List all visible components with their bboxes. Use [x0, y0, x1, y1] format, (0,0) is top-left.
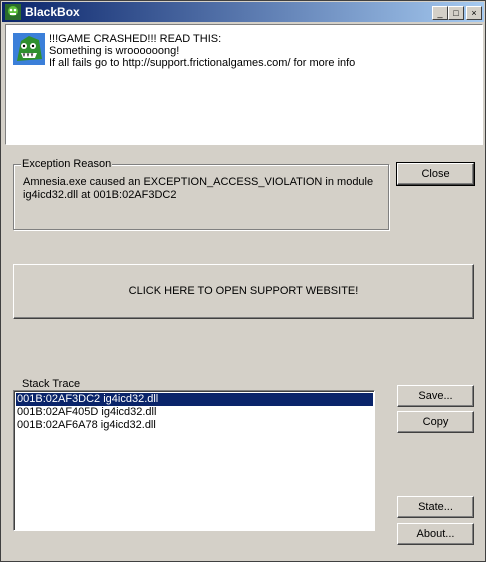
maximize-icon: □: [453, 8, 459, 18]
blackbox-window: BlackBox _ □ × !!!GAME CRASHED!!! READ T…: [0, 0, 486, 562]
copy-button-label: Copy: [422, 416, 449, 428]
close-button-label: Close: [421, 168, 450, 180]
exception-reason-text: Amnesia.exe caused an EXCEPTION_ACCESS_V…: [23, 176, 373, 202]
window-title: BlackBox: [25, 5, 80, 19]
save-button-label: Save...: [418, 390, 453, 402]
about-button-label: About...: [416, 528, 455, 540]
state-button-label: State...: [418, 501, 453, 513]
copy-button[interactable]: Copy: [397, 411, 474, 433]
crash-support-hint: If all fails go to http://support.fricti…: [49, 57, 356, 69]
open-support-website-button[interactable]: CLICK HERE TO OPEN SUPPORT WEBSITE!: [13, 264, 474, 319]
close-button[interactable]: Close: [396, 162, 475, 186]
stack-trace-legend: Stack Trace: [21, 378, 82, 390]
stack-trace-row[interactable]: 001B:02AF405D ig4icd32.dll: [16, 406, 373, 419]
save-button[interactable]: Save...: [397, 385, 474, 407]
exception-line-2: ig4icd32.dll at 001B:02AF3DC2: [23, 189, 177, 201]
crash-headline: !!!GAME CRASHED!!! READ THIS:: [49, 33, 222, 45]
exception-line-1: Amnesia.exe caused an EXCEPTION_ACCESS_V…: [23, 176, 374, 188]
crash-message-panel: !!!GAME CRASHED!!! READ THIS: Something …: [5, 24, 483, 145]
about-button[interactable]: About...: [397, 523, 474, 545]
exception-reason-group: Exception Reason Amnesia.exe caused an E…: [13, 158, 389, 230]
stack-trace-row[interactable]: 001B:02AF6A78 ig4icd32.dll: [16, 419, 373, 432]
title-bar[interactable]: BlackBox _ □ ×: [2, 2, 484, 22]
monster-logo-icon: [13, 33, 45, 65]
close-window-button[interactable]: ×: [466, 6, 482, 20]
support-button-label: CLICK HERE TO OPEN SUPPORT WEBSITE!: [128, 285, 359, 297]
maximize-button[interactable]: □: [448, 6, 464, 20]
state-button[interactable]: State...: [397, 496, 474, 518]
exception-reason-legend: Exception Reason: [21, 158, 113, 170]
minimize-button[interactable]: _: [432, 6, 448, 20]
stack-trace-row[interactable]: 001B:02AF3DC2 ig4icd32.dll: [16, 393, 373, 406]
stack-trace-list[interactable]: 001B:02AF3DC2 ig4icd32.dll 001B:02AF405D…: [13, 390, 375, 531]
close-icon: ×: [471, 8, 477, 18]
minimize-icon: _: [437, 8, 443, 18]
app-logo-icon: [5, 4, 21, 20]
crash-subline: Something is wroooooong!: [49, 45, 180, 57]
